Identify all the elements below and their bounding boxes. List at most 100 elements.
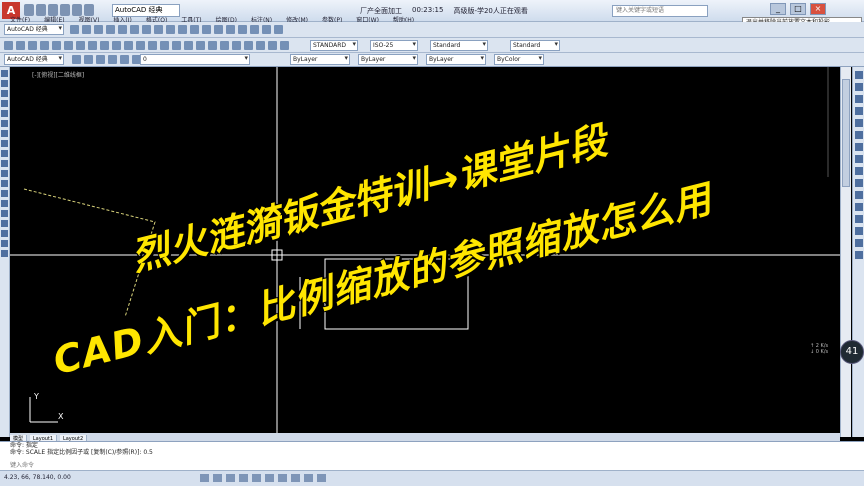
search-input[interactable]: 键入关键字或短语 bbox=[612, 5, 708, 17]
tool-icon[interactable] bbox=[148, 41, 157, 50]
offset-icon[interactable] bbox=[855, 107, 863, 115]
add-icon[interactable] bbox=[1, 250, 8, 257]
linetype-combo[interactable]: ByLayer bbox=[358, 54, 418, 65]
tool-icon[interactable] bbox=[214, 25, 223, 34]
table-icon[interactable] bbox=[1, 230, 8, 237]
tool-icon[interactable] bbox=[196, 41, 205, 50]
tool-icon[interactable] bbox=[250, 25, 259, 34]
tool-icon[interactable] bbox=[84, 55, 93, 64]
tool-icon[interactable] bbox=[94, 25, 103, 34]
multileader-style-combo[interactable]: Standard bbox=[510, 40, 560, 51]
join-icon[interactable] bbox=[855, 215, 863, 223]
tool-icon[interactable] bbox=[262, 25, 271, 34]
polar-icon[interactable] bbox=[239, 474, 248, 482]
explode-icon[interactable] bbox=[855, 251, 863, 259]
tool-icon[interactable] bbox=[256, 41, 265, 50]
ellipse-icon[interactable] bbox=[1, 150, 8, 157]
fillet-icon[interactable] bbox=[855, 239, 863, 247]
make-block-icon[interactable] bbox=[1, 180, 8, 187]
dim-style-combo[interactable]: ISO-25 bbox=[370, 40, 418, 51]
chamfer-icon[interactable] bbox=[855, 227, 863, 235]
model-icon[interactable] bbox=[317, 474, 326, 482]
rectangle-icon[interactable] bbox=[1, 100, 8, 107]
tool-icon[interactable] bbox=[208, 41, 217, 50]
tool-icon[interactable] bbox=[108, 55, 117, 64]
close-button[interactable]: × bbox=[810, 3, 826, 15]
tool-icon[interactable] bbox=[160, 41, 169, 50]
extend-icon[interactable] bbox=[855, 191, 863, 199]
otrack-icon[interactable] bbox=[265, 474, 274, 482]
polyline-icon[interactable] bbox=[1, 80, 8, 87]
color-combo[interactable]: ByLayer bbox=[290, 54, 350, 65]
insert-block-icon[interactable] bbox=[1, 170, 8, 177]
gradient-icon[interactable] bbox=[1, 210, 8, 217]
layer-combo[interactable]: 0 bbox=[140, 54, 250, 65]
tool-icon[interactable] bbox=[40, 41, 49, 50]
tool-icon[interactable] bbox=[244, 41, 253, 50]
tool-icon[interactable] bbox=[220, 41, 229, 50]
tool-icon[interactable] bbox=[274, 25, 283, 34]
lwt-icon[interactable] bbox=[304, 474, 313, 482]
tool-icon[interactable] bbox=[238, 25, 247, 34]
tool-icon[interactable] bbox=[120, 55, 129, 64]
workspace-combo-2[interactable]: AutoCAD 经典 bbox=[4, 54, 64, 65]
stretch-icon[interactable] bbox=[855, 167, 863, 175]
tool-icon[interactable] bbox=[82, 25, 91, 34]
ortho-icon[interactable] bbox=[226, 474, 235, 482]
tool-icon[interactable] bbox=[64, 41, 73, 50]
tool-icon[interactable] bbox=[96, 55, 105, 64]
progress-badge[interactable]: 41 bbox=[840, 340, 864, 364]
tool-icon[interactable] bbox=[52, 41, 61, 50]
tool-icon[interactable] bbox=[154, 25, 163, 34]
line-icon[interactable] bbox=[1, 70, 8, 77]
lineweight-combo[interactable]: ByLayer bbox=[426, 54, 486, 65]
scale-icon[interactable] bbox=[855, 155, 863, 163]
tool-icon[interactable] bbox=[190, 25, 199, 34]
hatch-icon[interactable] bbox=[1, 200, 8, 207]
break-icon[interactable] bbox=[855, 203, 863, 211]
tool-icon[interactable] bbox=[136, 41, 145, 50]
tool-icon[interactable] bbox=[88, 41, 97, 50]
tool-icon[interactable] bbox=[72, 55, 81, 64]
minimize-button[interactable]: _ bbox=[770, 3, 786, 15]
array-icon[interactable] bbox=[855, 119, 863, 127]
tool-icon[interactable] bbox=[280, 41, 289, 50]
grid-icon[interactable] bbox=[213, 474, 222, 482]
tool-icon[interactable] bbox=[76, 41, 85, 50]
maximize-button[interactable]: □ bbox=[790, 3, 806, 15]
command-input[interactable]: 键入命令 bbox=[10, 462, 110, 470]
cloud-icon[interactable] bbox=[1, 130, 8, 137]
tool-icon[interactable] bbox=[118, 25, 127, 34]
tool-icon[interactable] bbox=[100, 41, 109, 50]
point-icon[interactable] bbox=[1, 190, 8, 197]
tool-icon[interactable] bbox=[166, 25, 175, 34]
tool-icon[interactable] bbox=[178, 25, 187, 34]
tool-icon[interactable] bbox=[202, 25, 211, 34]
rotate-icon[interactable] bbox=[855, 143, 863, 151]
osnap-icon[interactable] bbox=[252, 474, 261, 482]
workspace-combo[interactable]: AutoCAD 经典 bbox=[4, 24, 64, 35]
tool-icon[interactable] bbox=[28, 41, 37, 50]
tool-icon[interactable] bbox=[70, 25, 79, 34]
tool-icon[interactable] bbox=[268, 41, 277, 50]
ducs-icon[interactable] bbox=[278, 474, 287, 482]
tool-icon[interactable] bbox=[226, 25, 235, 34]
tool-icon[interactable] bbox=[106, 25, 115, 34]
mirror-icon[interactable] bbox=[855, 95, 863, 103]
erase-icon[interactable] bbox=[855, 71, 863, 79]
plot-style-combo[interactable]: ByColor bbox=[494, 54, 544, 65]
trim-icon[interactable] bbox=[855, 179, 863, 187]
tool-icon[interactable] bbox=[124, 41, 133, 50]
mtext-icon[interactable] bbox=[1, 240, 8, 247]
arc-icon[interactable] bbox=[1, 110, 8, 117]
polygon-icon[interactable] bbox=[1, 90, 8, 97]
scrollbar-thumb[interactable] bbox=[842, 79, 850, 187]
tool-icon[interactable] bbox=[232, 41, 241, 50]
ellipse-arc-icon[interactable] bbox=[1, 160, 8, 167]
region-icon[interactable] bbox=[1, 220, 8, 227]
text-style-combo[interactable]: STANDARD bbox=[310, 40, 358, 51]
snap-icon[interactable] bbox=[200, 474, 209, 482]
tool-icon[interactable] bbox=[4, 41, 13, 50]
table-style-combo[interactable]: Standard bbox=[430, 40, 488, 51]
tool-icon[interactable] bbox=[184, 41, 193, 50]
